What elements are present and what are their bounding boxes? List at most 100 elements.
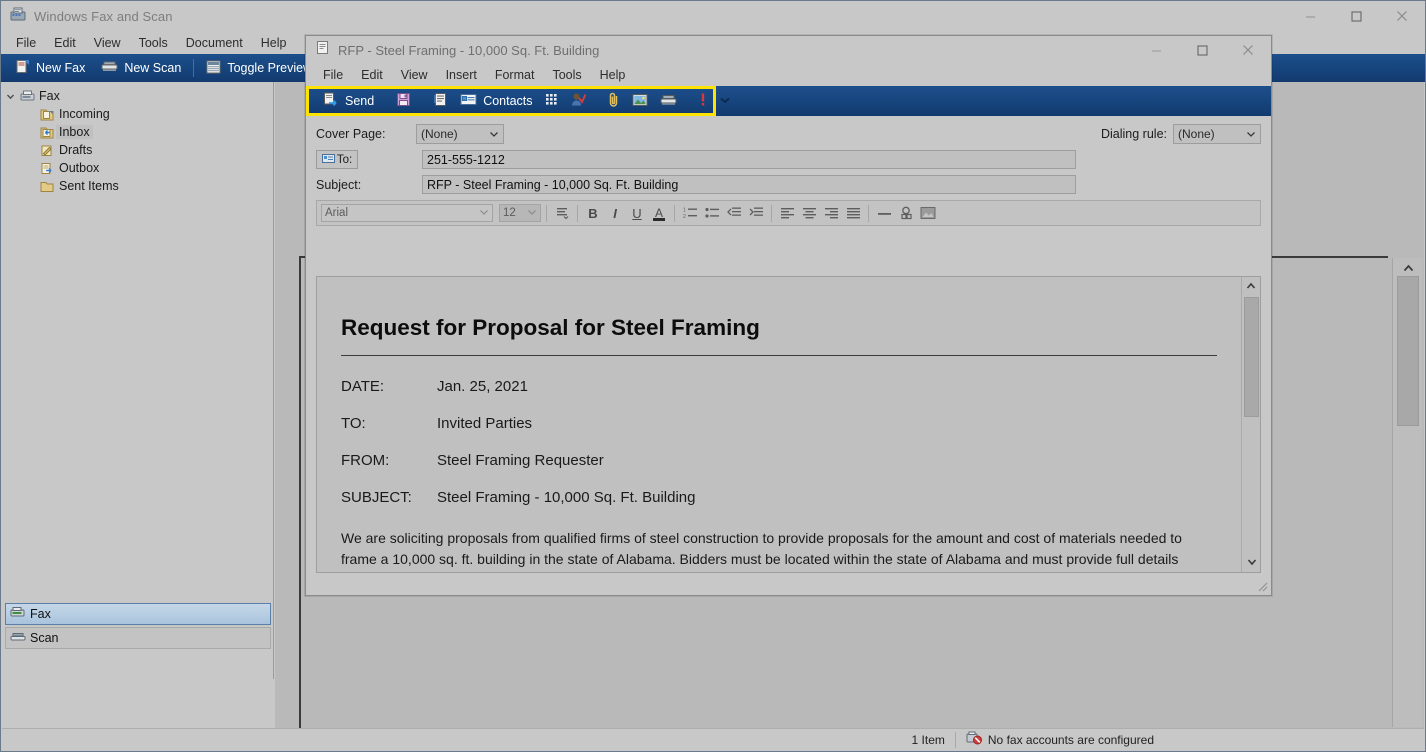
sidebar-item-sent-items[interactable]: Sent Items	[2, 177, 273, 195]
numbered-list-button[interactable]: 1 2	[680, 203, 700, 223]
insert-image-button[interactable]	[918, 203, 938, 223]
menu-file[interactable]: File	[7, 33, 45, 53]
underline-button[interactable]: U	[627, 203, 647, 223]
scroll-up-icon[interactable]	[1242, 277, 1260, 294]
compose-menu-insert[interactable]: Insert	[437, 65, 486, 85]
incoming-folder-icon	[38, 108, 56, 121]
document-meta-key: DATE:	[341, 378, 385, 395]
address-book-button[interactable]	[427, 89, 454, 113]
chevron-down-icon	[1246, 127, 1256, 141]
dialing-rule-select[interactable]: (None)	[1173, 124, 1261, 144]
contacts-button[interactable]: Contacts	[454, 89, 538, 113]
decrease-indent-button[interactable]	[724, 203, 744, 223]
dial-pad-button[interactable]	[539, 89, 564, 113]
compose-menu-file[interactable]: File	[314, 65, 352, 85]
minimize-icon[interactable]	[1133, 35, 1179, 65]
sidebar-item-outbox[interactable]: Outbox	[2, 159, 273, 177]
cover-page-row: Cover Page: (None) Dialing rule: (None)	[316, 124, 1261, 144]
status-item-count-label: 1 Item	[911, 732, 945, 747]
close-icon[interactable]	[1225, 35, 1271, 65]
menu-document[interactable]: Document	[177, 33, 252, 53]
nav-button-fax[interactable]: Fax	[5, 603, 271, 625]
insert-picture-button[interactable]	[626, 89, 654, 113]
chevron-down-icon[interactable]	[2, 92, 18, 101]
compose-menu-tools[interactable]: Tools	[543, 65, 590, 85]
insert-scan-button[interactable]	[654, 89, 683, 113]
preview-scrollbar[interactable]	[1392, 258, 1422, 727]
sidebar-item-drafts[interactable]: Drafts	[2, 141, 273, 159]
toggle-preview-button[interactable]: Toggle Preview	[198, 56, 320, 80]
attach-paperclip-icon	[608, 92, 620, 110]
attach-button[interactable]	[602, 89, 626, 113]
priority-button[interactable]	[693, 89, 713, 113]
new-fax-button[interactable]: New Fax	[7, 56, 93, 80]
sidebar-item-inbox[interactable]: Inbox	[2, 123, 273, 141]
horizontal-rule-button[interactable]	[874, 203, 894, 223]
compose-menu-view[interactable]: View	[392, 65, 437, 85]
scroll-up-icon[interactable]	[1393, 260, 1423, 276]
bold-button[interactable]: B	[583, 203, 603, 223]
subject-input[interactable]: RFP - Steel Framing - 10,000 Sq. Ft. Bui…	[422, 175, 1076, 194]
align-right-button[interactable]	[821, 203, 841, 223]
nav-button-scan[interactable]: Scan	[5, 627, 271, 649]
italic-button[interactable]: I	[605, 203, 625, 223]
bulleted-list-button[interactable]	[702, 203, 722, 223]
fax-body-editor[interactable]: Request for Proposal for Steel Framing D…	[316, 276, 1261, 573]
justify-button[interactable]	[843, 203, 863, 223]
menu-tools[interactable]: Tools	[130, 33, 177, 53]
to-input-value: 251-555-1212	[427, 152, 505, 167]
dialing-rule-label: Dialing rule:	[1100, 127, 1167, 141]
document-meta-row: FROM: Steel Framing Requester	[341, 452, 1217, 469]
to-picker-button[interactable]: To:	[316, 150, 358, 169]
preview-scroll-thumb[interactable]	[1397, 276, 1419, 426]
fax-document-page[interactable]: Request for Proposal for Steel Framing D…	[317, 277, 1241, 572]
compose-menu-help[interactable]: Help	[591, 65, 635, 85]
folder-tree: Fax Incoming Inbox Drafts Outbox Sent It…	[2, 82, 273, 195]
new-scan-button[interactable]: New Scan	[93, 56, 189, 80]
compose-menu-format[interactable]: Format	[486, 65, 544, 85]
cover-page-select[interactable]: (None)	[416, 124, 504, 144]
document-meta-value: Steel Framing - 10,000 Sq. Ft. Building	[437, 489, 696, 506]
sidebar-item-incoming[interactable]: Incoming	[2, 105, 273, 123]
increase-indent-button[interactable]	[746, 203, 766, 223]
document-meta-key: TO:	[341, 415, 366, 432]
subject-row: Subject: RFP - Steel Framing - 10,000 Sq…	[316, 175, 1261, 194]
fax-button-icon	[10, 606, 26, 622]
minimize-icon[interactable]	[1287, 1, 1333, 31]
document-icon	[315, 40, 330, 60]
insert-link-button[interactable]	[896, 203, 916, 223]
maximize-icon[interactable]	[1179, 35, 1225, 65]
menu-view[interactable]: View	[85, 33, 130, 53]
send-button[interactable]: Send	[317, 89, 380, 113]
scroll-down-icon[interactable]	[1242, 553, 1260, 570]
fax-printer-icon	[18, 89, 36, 103]
compose-menubar: File Edit View Insert Format Tools Help	[306, 64, 1271, 86]
paragraph-style-button[interactable]	[552, 203, 572, 223]
tree-root-fax[interactable]: Fax	[2, 87, 273, 105]
chevron-down-icon	[719, 94, 731, 109]
maximize-icon[interactable]	[1333, 1, 1379, 31]
to-input[interactable]: 251-555-1212	[422, 150, 1076, 169]
align-left-button[interactable]	[777, 203, 797, 223]
menu-edit[interactable]: Edit	[45, 33, 85, 53]
save-button[interactable]	[390, 89, 417, 113]
editor-scrollbar[interactable]	[1241, 277, 1260, 572]
check-names-button[interactable]	[564, 89, 592, 113]
chevron-down-icon	[527, 207, 537, 219]
sidebar-item-outbox-label: Outbox	[59, 161, 100, 175]
align-center-button[interactable]	[799, 203, 819, 223]
font-family-select[interactable]: Arial	[321, 204, 493, 222]
fax-compose-window: RFP - Steel Framing - 10,000 Sq. Ft. Bui…	[305, 35, 1272, 596]
menu-help[interactable]: Help	[252, 33, 296, 53]
compose-menu-edit[interactable]: Edit	[352, 65, 392, 85]
resize-grip-icon[interactable]	[1255, 579, 1269, 593]
subject-label: Subject:	[316, 177, 362, 192]
font-color-swatch	[653, 218, 665, 221]
editor-scroll-thumb[interactable]	[1244, 297, 1259, 417]
contacts-button-label: Contacts	[483, 94, 533, 108]
toolbar-overflow-button[interactable]	[713, 89, 737, 113]
fax-machine-icon	[10, 6, 26, 27]
close-icon[interactable]	[1379, 1, 1425, 31]
font-size-select[interactable]: 12	[499, 204, 541, 222]
font-color-button[interactable]: A	[649, 203, 669, 223]
